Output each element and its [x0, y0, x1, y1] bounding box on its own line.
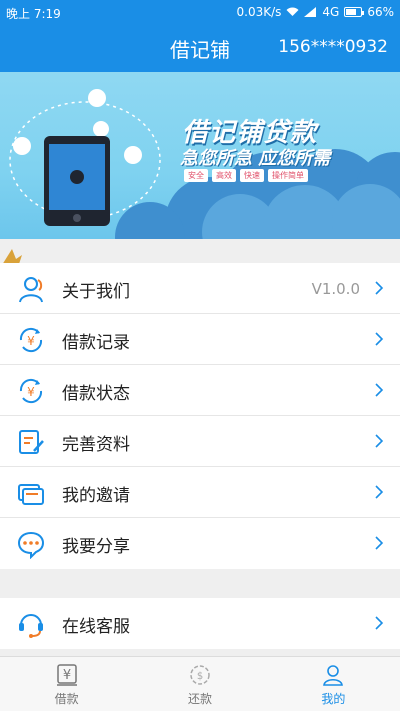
repay-icon: $ — [190, 665, 210, 685]
wifi-icon — [286, 7, 299, 16]
status-bar: 晚上 7:19 0.03K/s 4G 66% — [0, 0, 400, 24]
banner-tag: 快速 — [240, 169, 264, 182]
svg-text:$: $ — [197, 671, 203, 682]
loan-record-icon: ¥ — [19, 327, 43, 353]
nav-tab-repay[interactable]: $ 还款 — [133, 657, 266, 711]
edit-profile-icon — [19, 430, 44, 454]
nav-label: 我的 — [321, 692, 346, 706]
menu-item-label: 完善资料 — [62, 435, 130, 455]
menu-item-customer-service[interactable]: 在线客服 — [0, 598, 400, 649]
status-right: 0.03K/s 4G 66% — [237, 5, 395, 19]
network-type: 4G — [322, 5, 340, 19]
signal-icon — [304, 7, 317, 17]
menu-item-label: 我要分享 — [62, 537, 130, 557]
menu-item-label: 关于我们 — [62, 282, 130, 302]
chevron-right-icon — [375, 434, 384, 448]
app-root: 晚上 7:19 0.03K/s 4G 66% 借记铺 156****0932 借… — [0, 0, 400, 711]
yen-icon: ¥ — [56, 664, 77, 686]
banner-slogan: 急您所急 应您所需 — [180, 148, 331, 169]
menu-list: 关于我们 V1.0.0 ¥ 借款记录 ¥ 借款状态 完善资料 我的邀请 我要分享 — [0, 263, 400, 569]
user-phone: 156****0932 — [278, 37, 388, 57]
battery-level: 66% — [367, 5, 394, 19]
customer-service-icon — [19, 614, 43, 638]
network-speed: 0.03K/s — [236, 5, 282, 19]
menu-item-loan-record[interactable]: ¥ 借款记录 — [0, 314, 400, 365]
invite-card-icon — [18, 484, 44, 505]
menu-item-loan-status[interactable]: ¥ 借款状态 — [0, 365, 400, 416]
share-chat-icon — [17, 531, 45, 559]
svg-text:¥: ¥ — [27, 334, 35, 348]
svg-text:¥: ¥ — [27, 385, 35, 399]
nav-label: 还款 — [187, 692, 212, 706]
menu-item-label: 我的邀请 — [62, 486, 130, 506]
menu-item-profile[interactable]: 完善资料 — [0, 416, 400, 467]
chevron-right-icon — [375, 616, 384, 630]
chevron-right-icon — [375, 536, 384, 550]
service-list: 在线客服 — [0, 598, 400, 649]
nav-label: 借款 — [54, 692, 79, 706]
nav-tab-borrow[interactable]: ¥ 借款 — [0, 657, 133, 711]
banner-tag: 安全 — [184, 169, 208, 182]
menu-item-label: 在线客服 — [62, 617, 130, 637]
battery-icon — [344, 7, 365, 17]
chevron-right-icon — [375, 485, 384, 499]
person-icon — [323, 665, 344, 686]
chevron-right-icon — [375, 281, 384, 295]
about-us-icon — [19, 277, 43, 303]
banner-tag: 操作简单 — [268, 169, 308, 182]
banner-tags: 安全 高效 快速 操作简单 — [184, 169, 308, 182]
top-bar: 晚上 7:19 0.03K/s 4G 66% 借记铺 156****0932 — [0, 0, 400, 72]
menu-item-share[interactable]: 我要分享 — [0, 518, 400, 569]
menu-item-invite[interactable]: 我的邀请 — [0, 467, 400, 518]
nav-tab-mine[interactable]: 我的 — [267, 657, 400, 711]
menu-item-label: 借款记录 — [62, 333, 130, 353]
version-value: V1.0.0 — [311, 280, 360, 298]
banner-tag: 高效 — [212, 169, 236, 182]
bottom-nav: ¥ 借款 $ 还款 我的 — [0, 656, 400, 711]
menu-item-about[interactable]: 关于我们 V1.0.0 — [0, 263, 400, 314]
status-time: 晚上 7:19 — [6, 7, 61, 21]
loan-status-icon: ¥ — [19, 378, 43, 404]
promo-banner[interactable]: 借记铺贷款 急您所急 应您所需 安全 高效 快速 操作简单 — [0, 72, 400, 239]
chevron-right-icon — [375, 332, 384, 346]
menu-item-label: 借款状态 — [62, 384, 130, 404]
svg-text:¥: ¥ — [63, 668, 71, 683]
chevron-right-icon — [375, 383, 384, 397]
